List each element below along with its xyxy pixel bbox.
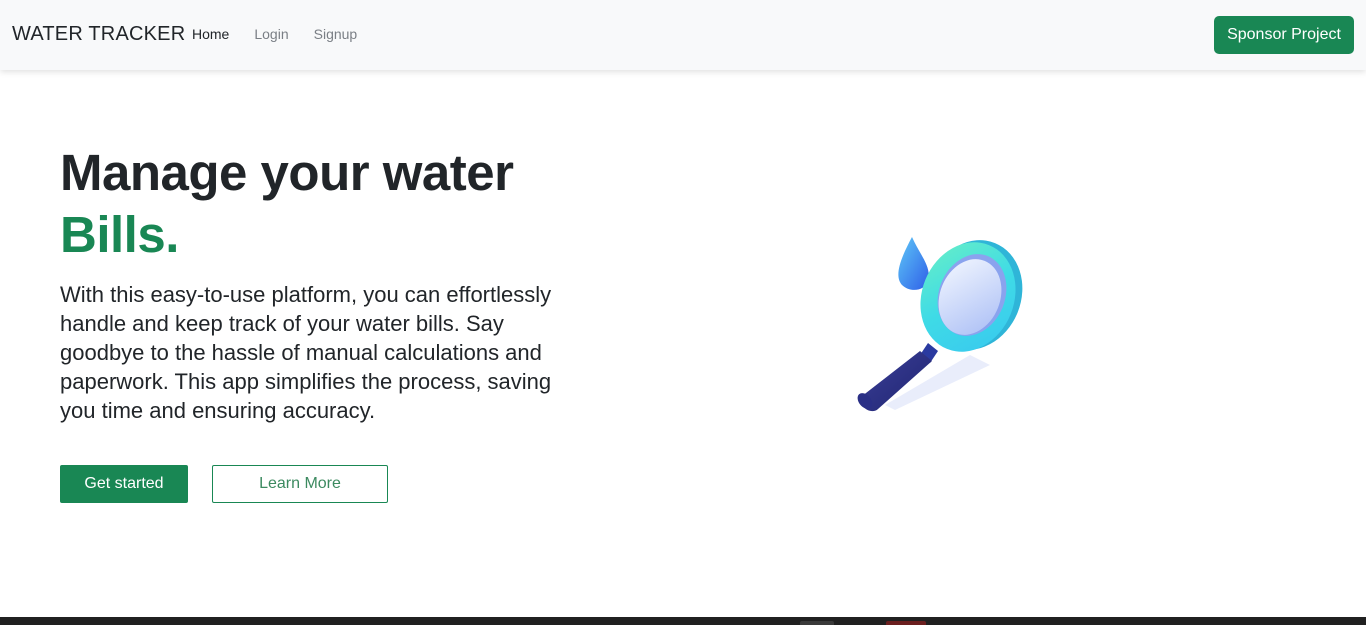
navbar: WATER TRACKER Home Login Signup Sponsor … xyxy=(0,0,1366,70)
learn-more-button[interactable]: Learn More xyxy=(212,465,388,503)
magnifying-glass-icon xyxy=(857,237,1023,412)
hero-title-accent: Bills. xyxy=(60,206,179,263)
taskbar-item[interactable] xyxy=(886,621,926,625)
nav-links: Home Login Signup xyxy=(192,26,382,42)
nav-link-home[interactable]: Home xyxy=(192,26,229,42)
brand-logo[interactable]: WATER TRACKER xyxy=(12,23,185,46)
hero-description: With this easy-to-use platform, you can … xyxy=(60,282,552,423)
get-started-button[interactable]: Get started xyxy=(60,465,188,503)
taskbar xyxy=(0,617,1366,625)
hero-title: Manage your water Bills. xyxy=(60,142,514,266)
nav-link-login[interactable]: Login xyxy=(254,26,288,42)
hero-title-line: Manage your water xyxy=(60,144,514,201)
nav-link-signup[interactable]: Signup xyxy=(314,26,358,42)
taskbar-item[interactable] xyxy=(800,621,834,625)
sponsor-project-button[interactable]: Sponsor Project xyxy=(1214,16,1354,54)
